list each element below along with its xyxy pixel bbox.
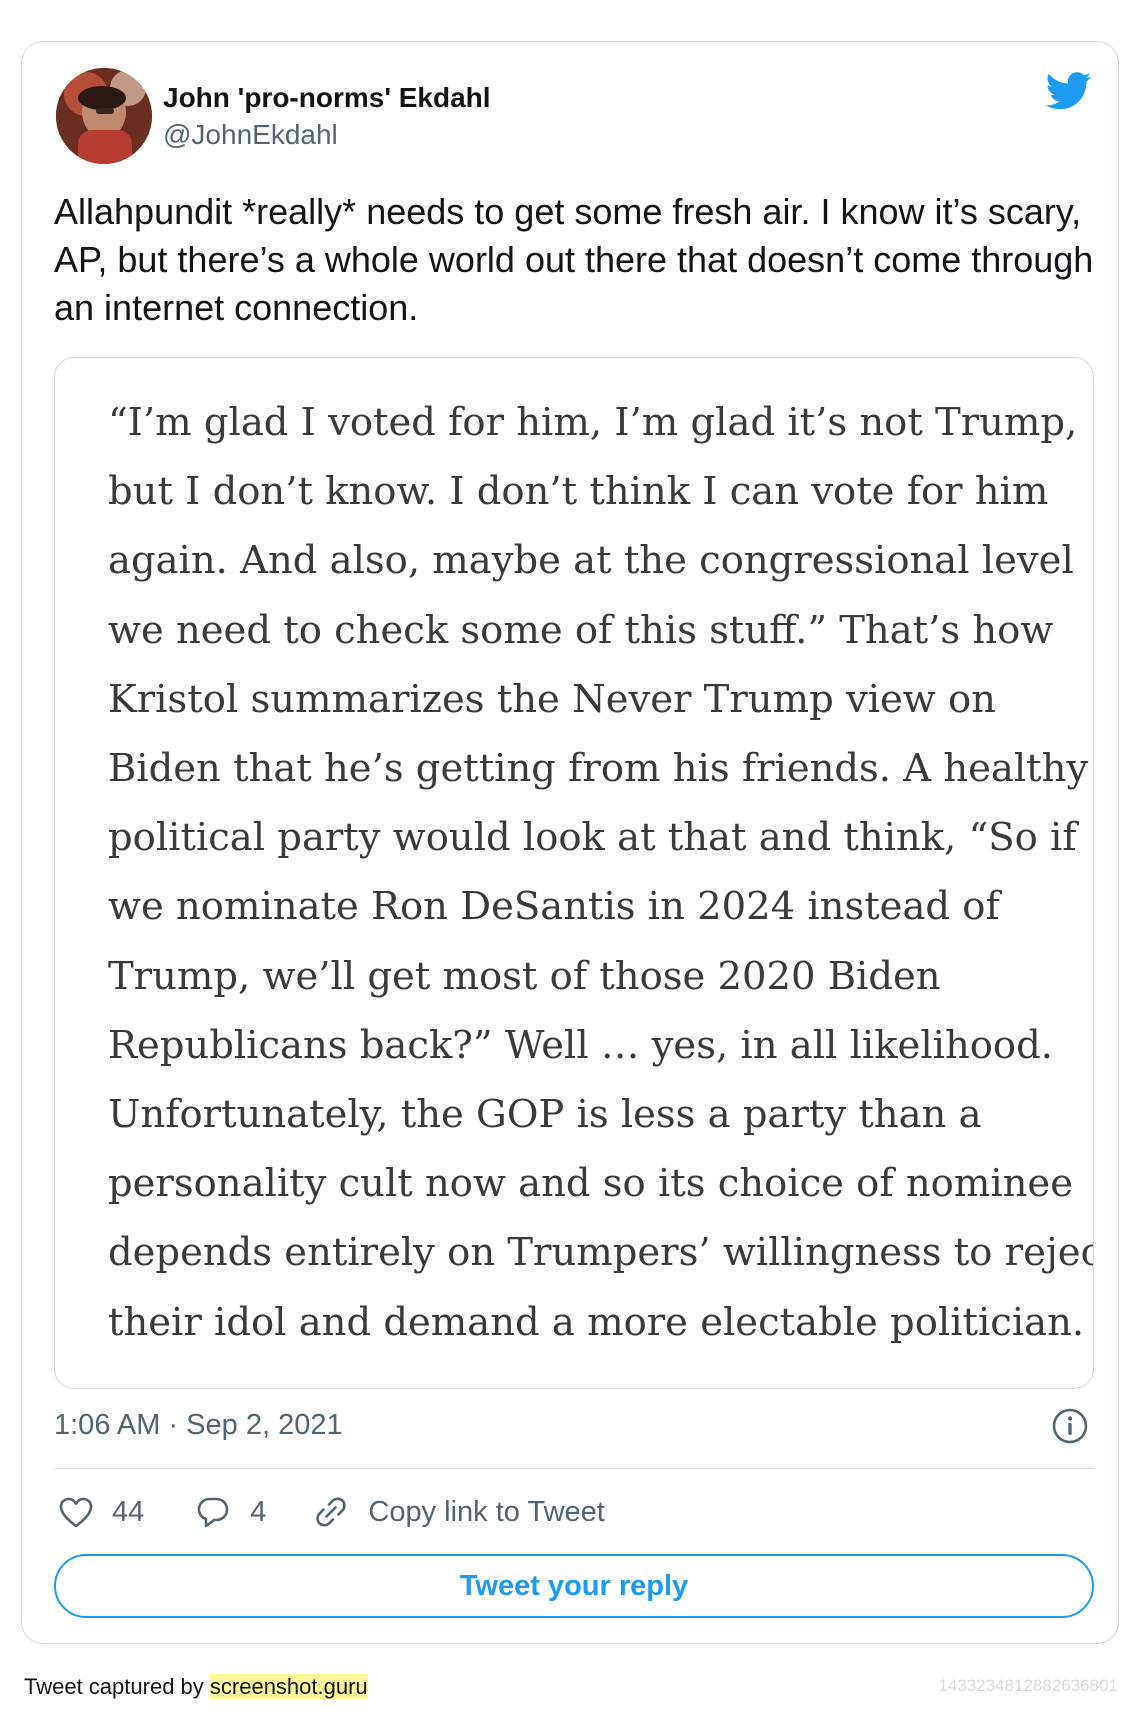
- screenshot-guru-link[interactable]: screenshot.guru: [209, 1674, 368, 1699]
- heart-icon: [59, 1497, 93, 1528]
- copy-link-label: Copy link to Tweet: [368, 1495, 605, 1528]
- tweet-timestamp[interactable]: 1:06 AM · Sep 2, 2021: [54, 1409, 343, 1442]
- reply-button[interactable]: 4: [197, 1496, 266, 1529]
- tweet-text: Allahpundit *really* needs to get some f…: [54, 191, 1094, 328]
- excerpt-line: Kristol summarizes the Never Trump view …: [108, 676, 996, 722]
- info-icon[interactable]: [1051, 1407, 1089, 1445]
- media-excerpt-text: “I’m glad I voted for him, I’m glad it’s…: [108, 388, 1094, 1357]
- tweet-your-reply-button[interactable]: Tweet your reply: [54, 1554, 1094, 1618]
- excerpt-line: their idol and demand a more electable p…: [108, 1299, 1085, 1345]
- like-button[interactable]: 44: [59, 1496, 144, 1529]
- excerpt-line: Unfortunately, the GOP is less a party t…: [108, 1092, 982, 1138]
- like-count: 44: [112, 1495, 145, 1528]
- copy-link-button[interactable]: Copy link to Tweet: [314, 1495, 605, 1529]
- excerpt-line: we nominate Ron DeSantis in 2024 instead…: [108, 884, 1000, 930]
- tweet-media-image[interactable]: “I’m glad I voted for him, I’m glad it’s…: [54, 357, 1094, 1389]
- excerpt-line: depends entirely on Trumpers’ willingnes…: [108, 1230, 1094, 1276]
- tweet-card: John 'pro-norms' Ekdahl @JohnEkdahl Alla…: [21, 41, 1119, 1644]
- divider: [54, 1468, 1094, 1469]
- excerpt-line: Trump, we’ll get most of those 2020 Bide…: [108, 953, 941, 999]
- reply-bubble-icon: [197, 1496, 229, 1528]
- excerpt-line: but I don’t know. I don’t think I can vo…: [108, 469, 1049, 515]
- author-avatar[interactable]: [56, 68, 152, 164]
- avatar-photo: [56, 68, 152, 164]
- author-name[interactable]: John 'pro-norms' Ekdahl: [163, 82, 491, 114]
- excerpt-line: Biden that he’s getting from his friends…: [108, 746, 1089, 792]
- author-handle[interactable]: @JohnEkdahl: [163, 119, 338, 151]
- reply-count: 4: [250, 1495, 267, 1528]
- twitter-bird-icon[interactable]: [1045, 72, 1092, 110]
- excerpt-line: political party would look at that and t…: [108, 815, 1077, 861]
- tweet-actions: 44 4 Copy link to Tweet: [54, 1490, 605, 1534]
- excerpt-line: we need to check some of this stuff.” Th…: [108, 607, 1054, 653]
- excerpt-line: Republicans back?” Well … yes, in all li…: [108, 1022, 1053, 1068]
- link-icon: [314, 1495, 348, 1529]
- excerpt-line: again. And also, maybe at the congressio…: [108, 538, 1074, 584]
- captured-by-prefix: Tweet captured by: [24, 1674, 210, 1699]
- excerpt-line: personality cult now and so its choice o…: [108, 1161, 1074, 1207]
- captured-by-credit: Tweet captured by screenshot.guru: [24, 1674, 368, 1700]
- excerpt-line: “I’m glad I voted for him, I’m glad it’s…: [108, 400, 1078, 445]
- tweet-id: 1433234812882636801: [938, 1676, 1118, 1695]
